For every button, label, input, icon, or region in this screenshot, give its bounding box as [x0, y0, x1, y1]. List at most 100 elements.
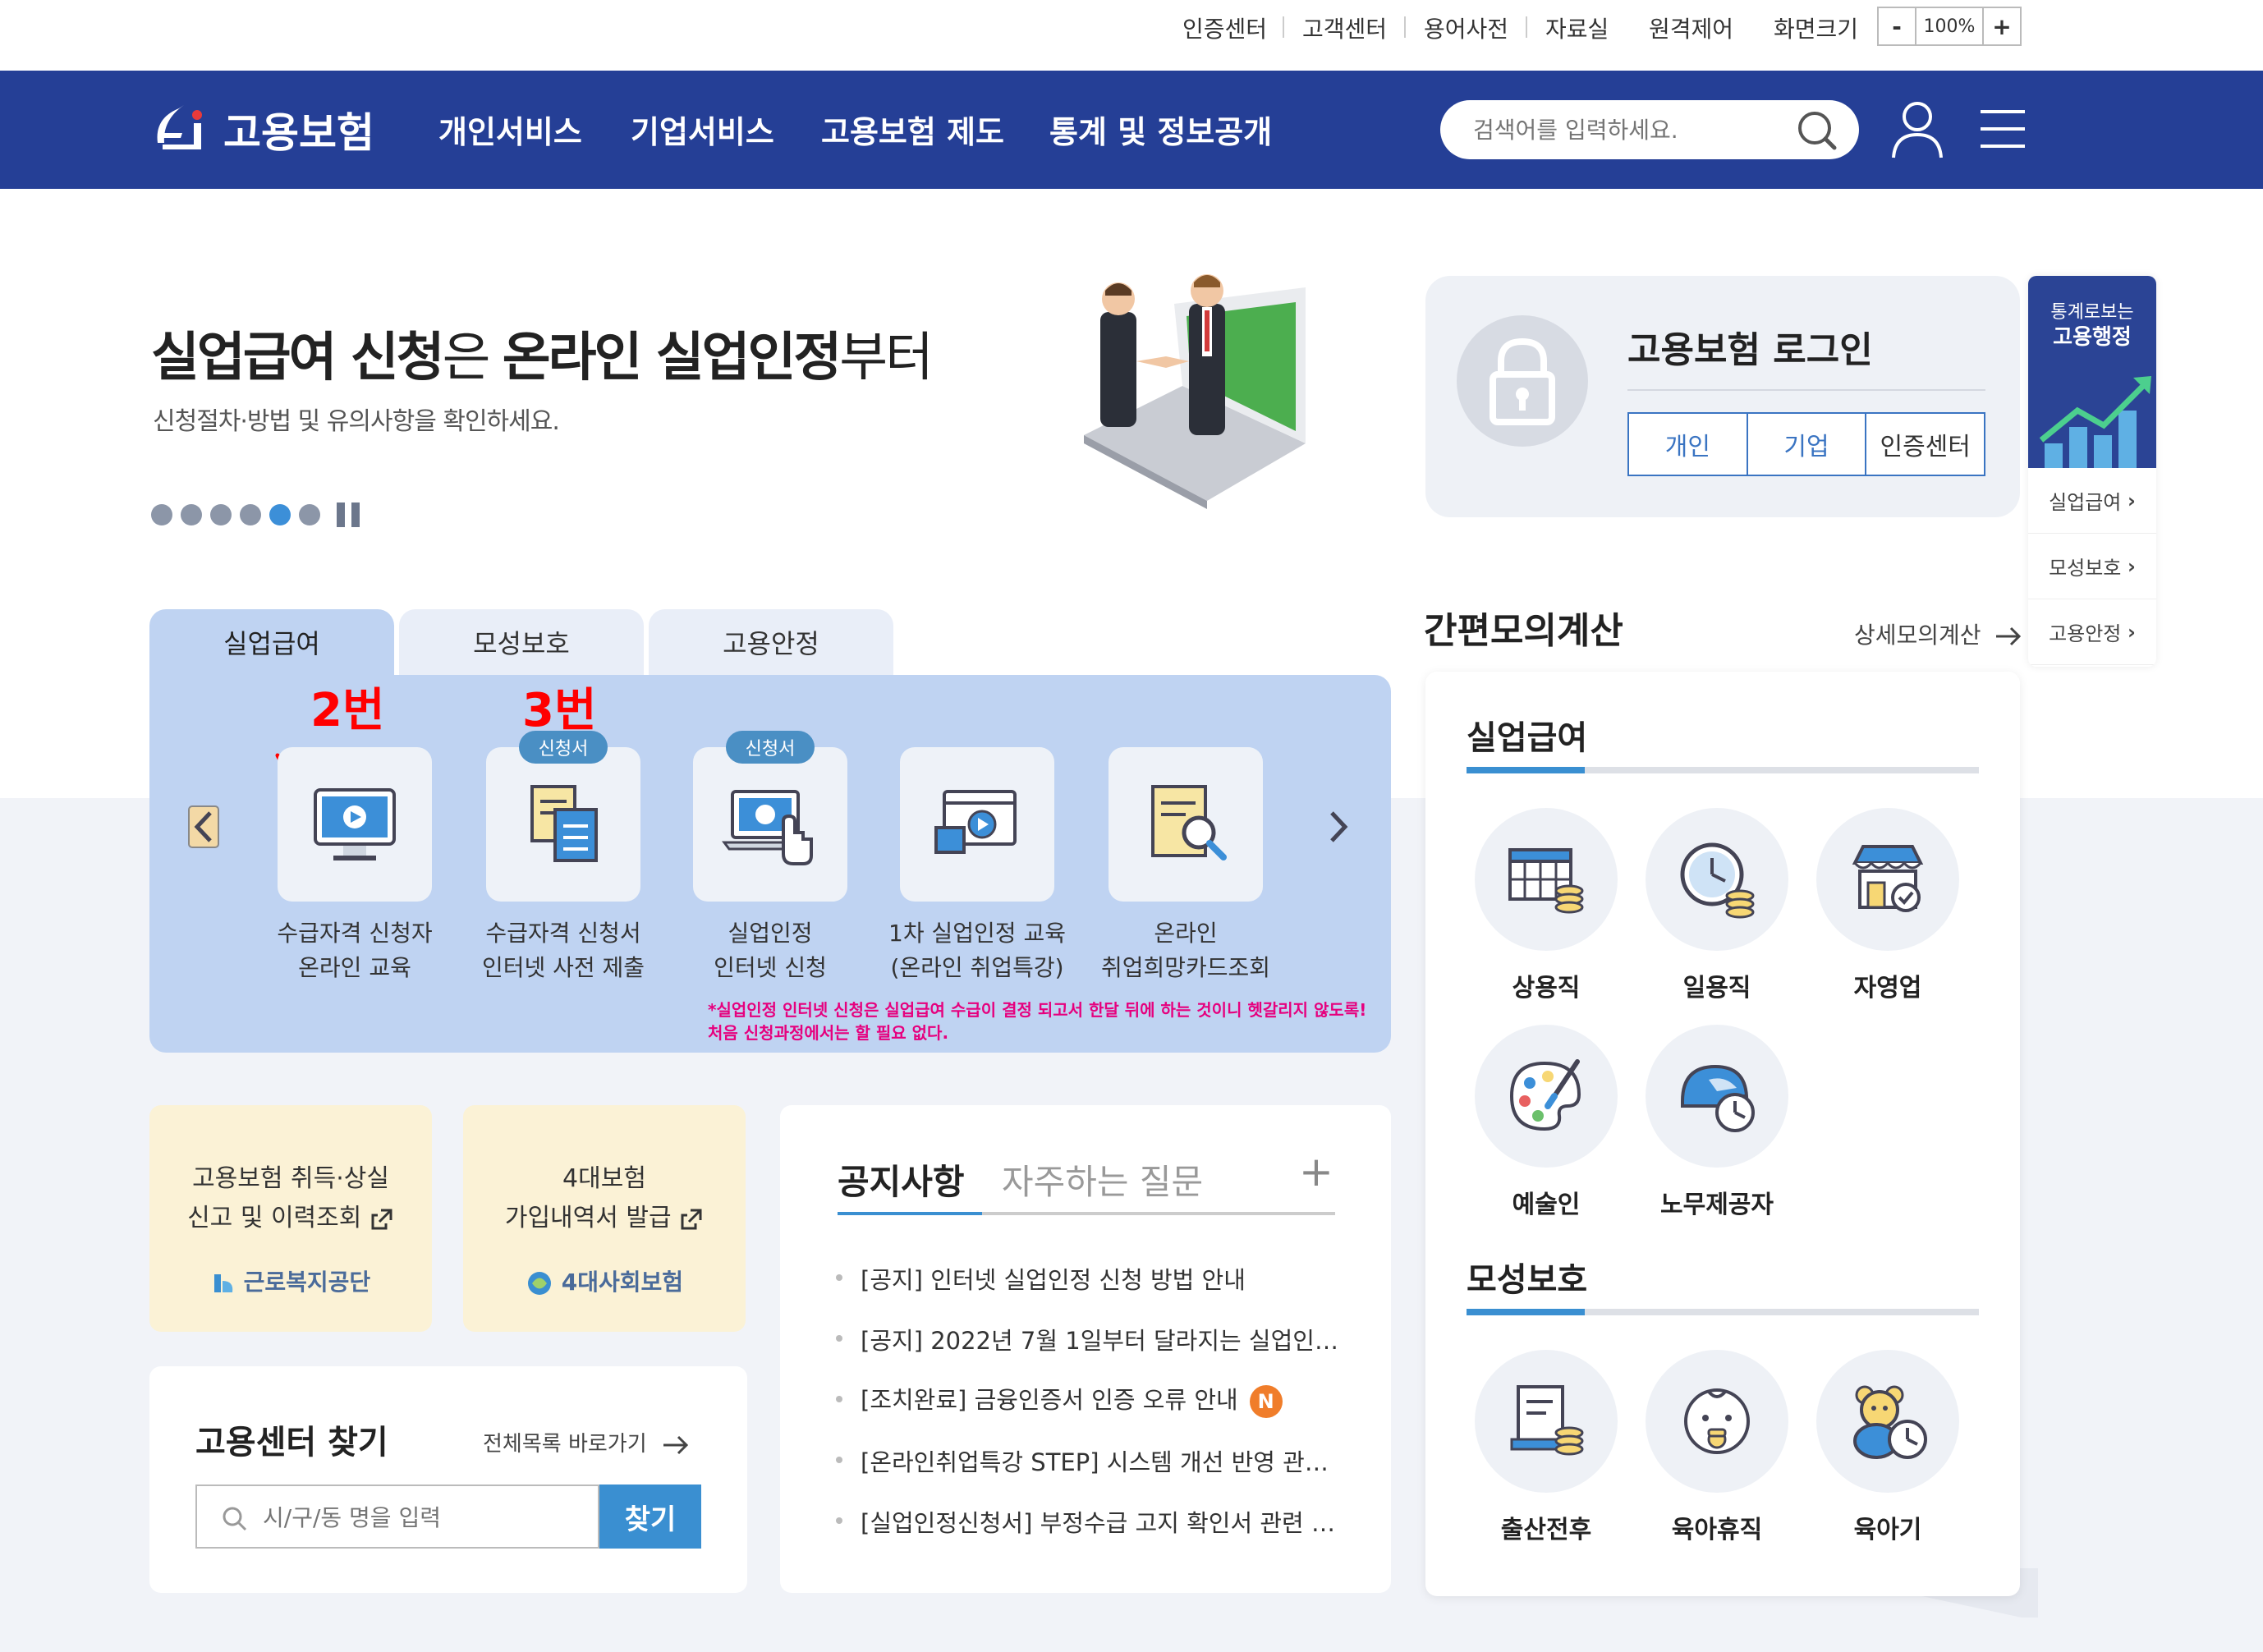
- hero-title: 실업급여 신청은 온라인 실업인정부터: [151, 315, 934, 391]
- external-link-icon: [681, 1209, 702, 1229]
- zoom-in-button[interactable]: +: [1984, 8, 2020, 44]
- tab-notices[interactable]: 공지사항: [838, 1154, 965, 1205]
- statistics-banner-text: 통계로보는 고용행정: [2050, 302, 2134, 350]
- notice-item[interactable]: [온라인취업특강 STEP] 시스템 개선 반영 관…: [861, 1443, 1329, 1478]
- nav-business[interactable]: 기업서비스: [631, 107, 774, 152]
- service-application-submit[interactable]: [486, 747, 640, 902]
- notice-item[interactable]: [실업인정신청서] 부정수급 고지 확인서 관련 …: [861, 1504, 1335, 1539]
- calc-self-employed[interactable]: [1816, 808, 1959, 951]
- user-icon[interactable]: [1890, 99, 1944, 161]
- service-label: 온라인 취업희망카드조회: [1100, 920, 1271, 981]
- notice-item[interactable]: [공지] 2022년 7월 1일부터 달라지는 실업인…: [861, 1322, 1338, 1356]
- center-search-button[interactable]: 찾기: [599, 1485, 701, 1549]
- statistics-box: 통계로보는 고용행정 실업급여 › 모성보호 › 고용안정 ›: [2028, 276, 2156, 667]
- nav-system[interactable]: 고용보험 제도: [821, 107, 1004, 152]
- slide-dot[interactable]: [151, 504, 172, 525]
- logo-text: 고용보험: [223, 109, 374, 157]
- slide-dot[interactable]: [299, 504, 320, 525]
- zoom-control: - 100% +: [1877, 7, 2022, 46]
- ei-logo-icon: [157, 105, 202, 149]
- baby-face-icon: [1684, 1388, 1750, 1454]
- statistics-banner[interactable]: 통계로보는 고용행정: [2028, 276, 2156, 468]
- tab-faq[interactable]: 자주하는 질문: [1002, 1154, 1203, 1205]
- hero-title-part: 부터: [839, 328, 934, 388]
- card-4major-insurance[interactable]: 4대보험 가입내역서 발급 4대사회보험: [463, 1105, 746, 1332]
- calc-label: 육아휴직: [1671, 1516, 1763, 1544]
- service-first-education[interactable]: [900, 747, 1054, 902]
- documents-icon: [530, 785, 598, 862]
- external-link-icon: [371, 1209, 392, 1229]
- monitor-play-icon: [314, 788, 396, 860]
- util-link-glossary[interactable]: 용어사전: [1424, 11, 1508, 44]
- hero-title-part: 실업급여 신청: [151, 328, 445, 388]
- calc-detail-link[interactable]: 상세모의계산: [1854, 617, 2022, 650]
- login-cert-button[interactable]: 인증센터: [1866, 414, 1984, 475]
- growth-chart-icon: [2039, 376, 2151, 468]
- slide-dot-active[interactable]: [269, 504, 291, 525]
- stat-item-unemployment[interactable]: 실업급여 ›: [2028, 468, 2156, 534]
- search-box: [1440, 100, 1859, 159]
- util-link-archive[interactable]: 자료실: [1545, 11, 1609, 44]
- calc-maternity-leave[interactable]: [1475, 1350, 1618, 1493]
- search-input[interactable]: [1473, 112, 1785, 148]
- stat-item-maternity[interactable]: 모성보호 ›: [2028, 534, 2156, 599]
- calc-labor-provider[interactable]: [1646, 1025, 1788, 1168]
- nav-personal[interactable]: 개인서비스: [438, 107, 582, 152]
- zoom-out-button[interactable]: -: [1879, 8, 1915, 44]
- notices-active-underline: [838, 1212, 982, 1215]
- calc-label: 예술인: [1512, 1191, 1581, 1219]
- calc-section-bar: [1467, 1309, 1979, 1315]
- store-icon: [1852, 845, 1924, 912]
- kcomwel-logo-icon: [213, 1274, 233, 1292]
- calc-daily-worker[interactable]: [1646, 808, 1788, 951]
- nav-statistics[interactable]: 통계 및 정보공개: [1049, 107, 1272, 152]
- calc-label: 육아기: [1853, 1516, 1922, 1544]
- carousel-prev-icon[interactable]: [187, 805, 220, 849]
- calc-parental-leave[interactable]: [1646, 1350, 1788, 1493]
- hero-title-part: 온라인 실업인정: [502, 328, 842, 388]
- pause-icon[interactable]: [337, 502, 366, 527]
- center-search-input[interactable]: [263, 1499, 575, 1535]
- site-logo[interactable]: 고용보험: [146, 90, 392, 169]
- calc-regular-worker[interactable]: [1475, 808, 1618, 951]
- arrow-right-icon: [1996, 626, 2022, 646]
- card-insurance-history[interactable]: 고용보험 취득·상실 신고 및 이력조회 근로복지공단: [149, 1105, 432, 1332]
- calc-section-bar: [1467, 767, 1979, 773]
- teddy-clock-icon: [1853, 1385, 1927, 1459]
- slide-dot[interactable]: [181, 504, 202, 525]
- service-online-education[interactable]: [278, 747, 432, 902]
- util-zoom-label: 화면크기: [1774, 16, 1859, 43]
- stat-item-stability[interactable]: 고용안정 ›: [2028, 599, 2156, 665]
- 4insure-logo-icon: [527, 1272, 551, 1295]
- notice-item[interactable]: [공지] 인터넷 실업인정 신청 방법 안내: [861, 1261, 1246, 1296]
- login-business-button[interactable]: 기업: [1748, 414, 1867, 475]
- tab-unemployment[interactable]: 실업급여: [149, 609, 394, 675]
- slide-dot[interactable]: [210, 504, 232, 525]
- center-finder-card: [149, 1366, 747, 1593]
- tab-employment-stability[interactable]: 고용안정: [649, 609, 893, 675]
- search-icon: [223, 1507, 247, 1531]
- carousel-next-icon[interactable]: [1322, 805, 1355, 849]
- search-icon: [1798, 112, 1837, 150]
- laptop-click-icon: [722, 790, 813, 865]
- arrow-right-icon: [663, 1435, 689, 1454]
- service-job-card-inquiry[interactable]: [1109, 747, 1263, 902]
- slide-dot[interactable]: [240, 504, 261, 525]
- search-button[interactable]: [1795, 108, 1841, 151]
- hero-subtitle: 신청절차·방법 및 유의사항을 확인하세요.: [153, 407, 560, 436]
- calc-childcare-period[interactable]: [1816, 1350, 1959, 1493]
- calc-label: 출산전후: [1500, 1516, 1592, 1544]
- notices-more-button[interactable]: +: [1299, 1148, 1333, 1195]
- calendar-coins-icon: [1508, 848, 1584, 914]
- calc-artist[interactable]: [1475, 1025, 1618, 1168]
- util-link-customer[interactable]: 고객센터: [1302, 11, 1387, 44]
- chevron-right-icon: ›: [2128, 554, 2136, 578]
- service-internet-recognition[interactable]: [693, 747, 847, 902]
- tab-maternity[interactable]: 모성보호: [399, 609, 644, 675]
- center-all-link[interactable]: 전체목록 바로가기: [483, 1427, 690, 1457]
- util-link-cert[interactable]: 인증센터: [1182, 11, 1267, 44]
- notice-item[interactable]: [조치완료] 금융인증서 인증 오류 안내 N: [861, 1381, 1283, 1418]
- login-personal-button[interactable]: 개인: [1629, 414, 1748, 475]
- util-link-remote[interactable]: 원격제어: [1649, 11, 1733, 44]
- menu-icon[interactable]: [1981, 107, 2025, 151]
